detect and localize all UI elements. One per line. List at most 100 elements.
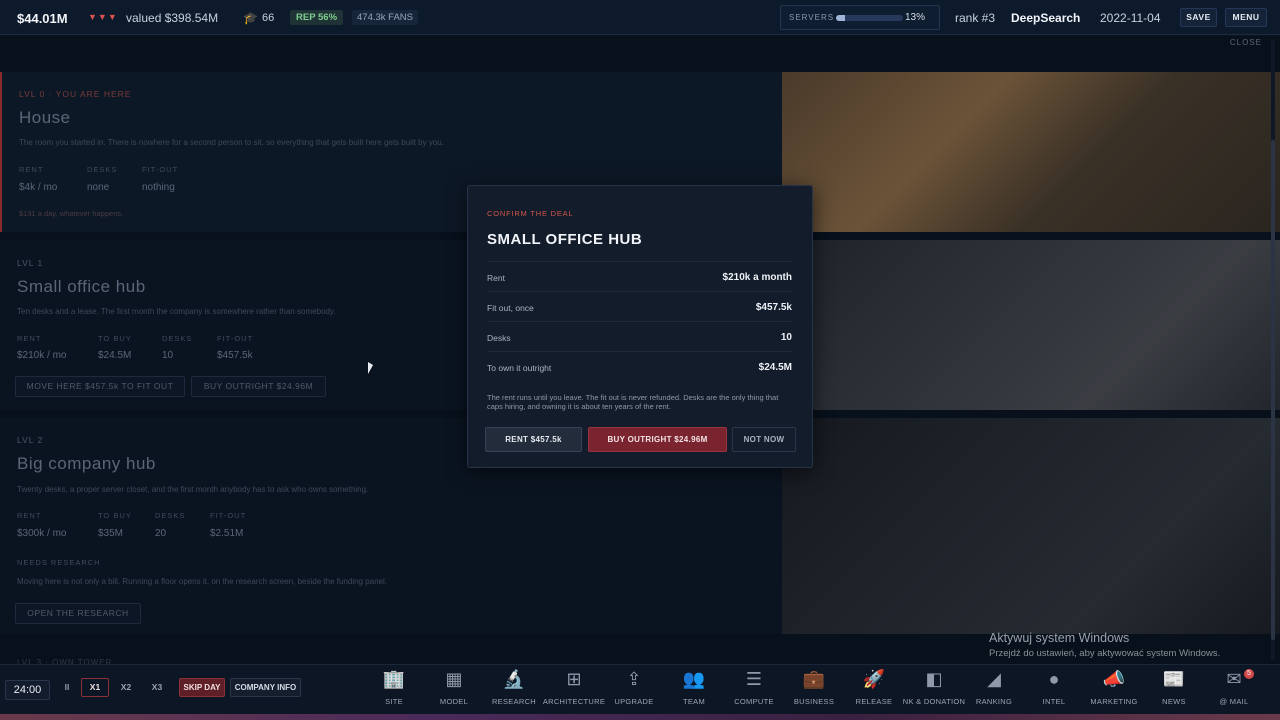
level-label: LVL 2 [17, 435, 44, 445]
fans-badge: 474.3k FANS [352, 10, 418, 25]
deal-value: $24.5M [758, 362, 792, 373]
taskbar-strip [0, 714, 1280, 720]
dialog-description: The rent runs until you leave. The fit o… [487, 393, 779, 411]
donation-icon: ◧ [925, 669, 943, 689]
stat-value: $2.51M [210, 528, 244, 539]
level-label: LVL 1 [17, 258, 44, 268]
save-button[interactable]: SAVE [1180, 8, 1217, 27]
speed-x2-button[interactable]: X2 [113, 678, 139, 697]
servers-label: SERVERS [789, 13, 835, 22]
stat-value: $210k / mo [17, 350, 67, 361]
game-clock: 24:00 [5, 680, 50, 700]
windows-activation-subtitle: Przejdź do ustawień, aby aktywować syste… [989, 648, 1221, 659]
confirm-deal-dialog: CONFIRM THE DEAL SMALL OFFICE HUB Rent $… [467, 185, 813, 468]
nav-ranking[interactable]: ◢ RANKING [964, 665, 1024, 720]
speed-x1-button[interactable]: X1 [81, 678, 109, 697]
mail-unread-badge: 5 [1244, 669, 1254, 679]
pause-button[interactable]: II [57, 678, 77, 697]
megaphone-icon: 📣 [1102, 669, 1126, 689]
move-here-button[interactable]: MOVE HERE $457.5k TO FIT OUT [15, 376, 185, 397]
dialog-eyebrow: CONFIRM THE DEAL [487, 209, 574, 218]
nav-news[interactable]: 📰 NEWS [1144, 665, 1204, 720]
house-preview-image [782, 72, 1280, 232]
nav-business[interactable]: 💼 BUSINESS [784, 665, 844, 720]
rent-button[interactable]: RENT $457.5k [485, 427, 582, 452]
deal-row-rent: Rent $210k a month [487, 261, 792, 291]
globe-icon: ● [1048, 669, 1060, 689]
deal-row-fitout: Fit out, once $457.5k [487, 291, 792, 321]
nav-mail[interactable]: ✉ 5 @ MAIL [1204, 665, 1264, 720]
stat-label: TO BUY [98, 334, 132, 343]
trend-down-icon: ▼▼▼ [88, 12, 118, 22]
small-office-preview-image [782, 240, 1280, 410]
cash-balance: $44.01M [17, 11, 68, 26]
stat-value: $35M [98, 528, 124, 539]
needs-research-label: NEEDS RESEARCH [17, 558, 101, 567]
needs-research-description: Moving here is not only a bill. Running … [17, 577, 388, 586]
speed-x3-button[interactable]: X3 [144, 678, 170, 697]
reputation-badge: REP 56% [290, 10, 344, 25]
researchers-count: 66 [262, 12, 275, 24]
stat-label: FIT-OUT [217, 334, 254, 343]
panel-scrollbar-thumb[interactable] [1271, 140, 1275, 640]
stat-value: 10 [162, 350, 174, 361]
rank-indicator: rank #3 [955, 11, 996, 25]
servers-progress-bar [836, 15, 903, 21]
nav-architecture[interactable]: ⊞ ARCHITECTURE [543, 665, 605, 720]
chip-icon: ▦ [445, 669, 463, 689]
stat-label: RENT [17, 511, 42, 520]
level-description: Twenty desks, a proper server closet, an… [17, 485, 369, 494]
nav-compute[interactable]: ☰ COMPUTE [724, 665, 784, 720]
stat-value: $4k / mo [19, 182, 58, 193]
company-valuation: valued $398.54M [126, 11, 219, 25]
servers-meter: SERVERS 13% [780, 5, 940, 30]
stat-value: $457.5k [217, 350, 253, 361]
open-research-button[interactable]: OPEN THE RESEARCH [15, 603, 141, 624]
upgrade-icon: ⇪ [626, 669, 642, 689]
mail-icon: ✉ [1226, 669, 1242, 689]
stat-value: nothing [142, 182, 175, 193]
stat-label: RENT [17, 334, 42, 343]
skip-day-button[interactable]: SKIP DAY [179, 678, 225, 697]
bottom-bar: 24:00 II X1 X2 X3 SKIP DAY COMPANY INFO … [0, 664, 1280, 720]
big-hub-preview-image [782, 418, 1280, 634]
nav-upgrade[interactable]: ⇪ UPGRADE [604, 665, 664, 720]
nav-team[interactable]: 👥 TEAM [664, 665, 724, 720]
deal-label: Rent [487, 273, 505, 283]
nav-research[interactable]: 🔬 RESEARCH [484, 665, 544, 720]
stat-label: RENT [19, 165, 44, 174]
level-label: LVL 0 · YOU ARE HERE [19, 89, 132, 99]
game-date: 2022-11-04 [1100, 11, 1161, 25]
level-title: Small office hub [17, 277, 146, 296]
dialog-title: SMALL OFFICE HUB [487, 231, 643, 248]
nav-model[interactable]: ▦ MODEL [424, 665, 484, 720]
stat-label: DESKS [87, 165, 118, 174]
stat-value: none [87, 182, 110, 193]
deal-value: $210k a month [722, 272, 792, 283]
nav-label: @ MAIL [1219, 697, 1249, 706]
stat-value: $300k / mo [17, 528, 67, 539]
company-name: DeepSearch [1011, 11, 1081, 25]
stat-label: FIT-OUT [142, 165, 179, 174]
menu-button[interactable]: MENU [1225, 8, 1267, 27]
deal-label: To own it outright [487, 363, 552, 373]
close-panel-button[interactable]: CLOSE [1230, 38, 1262, 47]
buy-outright-button[interactable]: BUY OUTRIGHT $24.96M [191, 376, 326, 397]
stat-label: DESKS [155, 511, 186, 520]
building-icon: 🏢 [382, 669, 406, 689]
nav-marketing[interactable]: 📣 MARKETING [1084, 665, 1144, 720]
nav-intel[interactable]: ● INTEL [1024, 665, 1084, 720]
nav-bank-donation[interactable]: ◧ NK & DONATION [903, 665, 965, 720]
top-bar: $44.01M ▼▼▼ valued $398.54M 🎓 66 REP 56%… [0, 0, 1280, 35]
company-info-button[interactable]: COMPANY INFO [230, 678, 301, 697]
level-description: Ten desks and a lease. The first month t… [17, 307, 336, 316]
deal-label: Desks [487, 333, 511, 343]
buy-outright-button[interactable]: BUY OUTRIGHT $24.96M [588, 427, 727, 452]
nav-release[interactable]: 🚀 RELEASE [844, 665, 904, 720]
ranking-icon: ◢ [987, 669, 1001, 689]
nav-site[interactable]: 🏢 SITE [364, 665, 424, 720]
team-icon: 👥 [682, 669, 706, 689]
deal-row-own: To own it outright $24.5M [487, 351, 792, 381]
not-now-button[interactable]: NOT NOW [732, 427, 796, 452]
rocket-icon: 🚀 [862, 669, 886, 689]
